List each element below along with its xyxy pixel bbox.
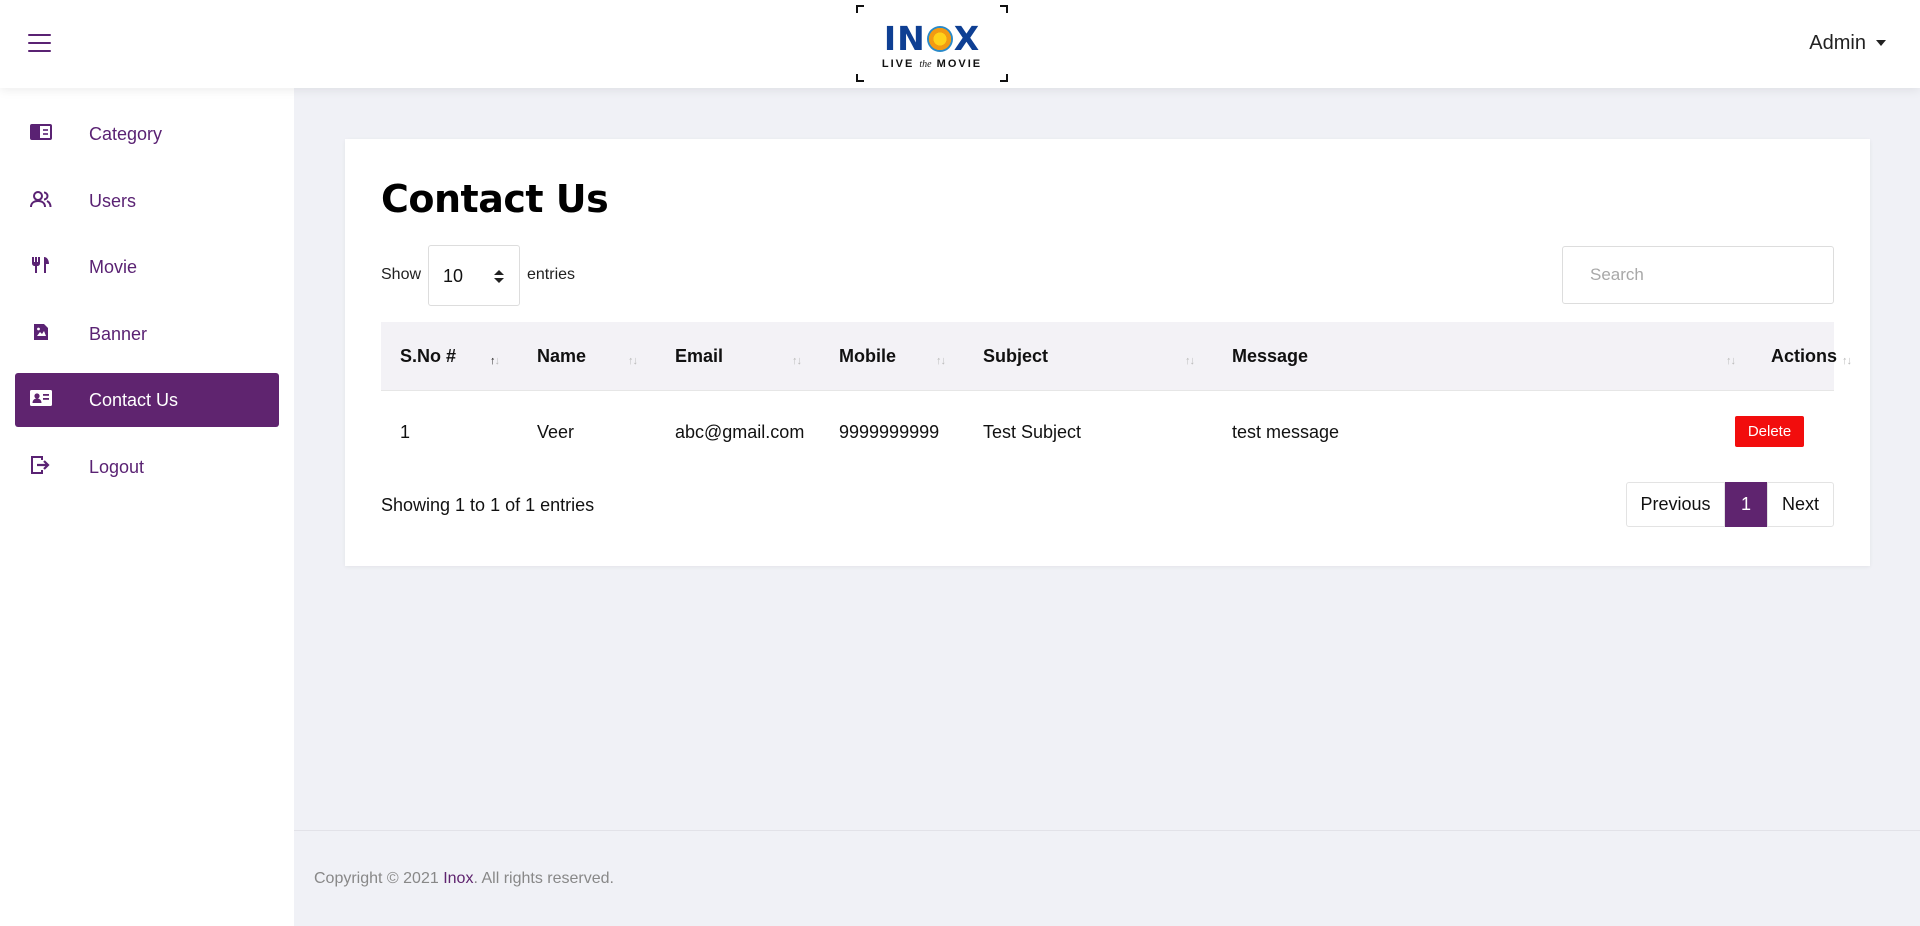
top-navbar: IN X LIVE the MOVIE Admin xyxy=(0,0,1920,88)
table-header: S.No # ↑↓ Name ↑↓ Email ↑↓ Mobile ↑↓ Sub… xyxy=(381,322,1852,390)
previous-page-button[interactable]: Previous xyxy=(1626,482,1725,527)
next-page-button[interactable]: Next xyxy=(1767,482,1834,527)
admin-user-menu[interactable]: Admin xyxy=(1809,32,1886,55)
sort-icon[interactable]: ↑↓ xyxy=(1185,355,1195,367)
page-1-button[interactable]: 1 xyxy=(1725,482,1767,527)
footer-divider xyxy=(294,830,1920,831)
menu-toggle-icon[interactable] xyxy=(28,34,52,54)
page-title: Contact Us xyxy=(381,177,609,221)
admin-label: Admin xyxy=(1809,32,1866,54)
column-header-mobile[interactable]: Mobile xyxy=(839,346,896,367)
sort-icon[interactable]: ↑↓ xyxy=(936,355,946,367)
sidebar-item-category[interactable]: Category xyxy=(15,107,279,161)
cell-name: Veer xyxy=(537,422,575,442)
rights-text: . All rights reserved. xyxy=(473,870,614,887)
logo-tagline: LIVE the MOVIE xyxy=(881,58,983,70)
sidebar-item-label: Banner xyxy=(89,323,148,344)
show-label: Show xyxy=(381,266,422,283)
cell-subject: Test Subject xyxy=(983,422,1082,442)
sidebar-item-contact-us[interactable]: Contact Us xyxy=(15,373,279,427)
logo-wordmark: IN X xyxy=(883,19,981,58)
cell-message: test message xyxy=(1232,422,1340,442)
sort-icon[interactable]: ↑↓ xyxy=(1726,355,1736,367)
inox-logo[interactable]: IN X LIVE the MOVIE xyxy=(856,5,1008,82)
sidebar: Category Users Movie Banner Contact Us L… xyxy=(0,88,294,926)
logout-icon xyxy=(30,456,56,478)
caret-down-icon xyxy=(1876,40,1886,46)
copyright-text: Copyright © 2021 xyxy=(314,870,444,887)
sidebar-item-label: Logout xyxy=(89,456,145,477)
column-header-email[interactable]: Email xyxy=(675,346,723,367)
movie-icon xyxy=(30,256,56,278)
sidebar-item-label: Users xyxy=(89,190,137,211)
column-header-subject[interactable]: Subject xyxy=(983,346,1048,367)
table-row-divider xyxy=(381,390,1834,391)
column-header-name[interactable]: Name xyxy=(537,346,586,367)
footer-brand-link[interactable]: Inox xyxy=(443,870,473,887)
category-icon xyxy=(30,123,56,145)
pagination: Previous 1 Next xyxy=(1626,482,1834,527)
cell-email: abc@gmail.com xyxy=(675,422,805,442)
footer: Copyright © 2021 Inox. All rights reserv… xyxy=(314,870,614,888)
column-header-message[interactable]: Message xyxy=(1232,346,1308,367)
cell-sno: 1 xyxy=(400,422,411,442)
column-header-sno[interactable]: S.No # xyxy=(400,346,456,367)
table-info: Showing 1 to 1 of 1 entries xyxy=(381,495,595,515)
entries-label: entries xyxy=(527,266,576,283)
select-arrows-icon xyxy=(494,270,504,283)
sidebar-item-label: Movie xyxy=(89,256,138,277)
entries-per-page-select[interactable]: 10 xyxy=(428,245,520,306)
sidebar-item-label: Category xyxy=(89,123,163,144)
contact-us-card: Contact Us Show 10 entries S.No # ↑↓ Nam… xyxy=(345,139,1870,566)
entries-per-page-value: 10 xyxy=(443,266,464,286)
sort-icon[interactable]: ↑↓ xyxy=(1842,355,1852,367)
cell-mobile: 9999999999 xyxy=(839,422,940,442)
contact-card-icon xyxy=(30,389,56,411)
sort-icon[interactable]: ↑↓ xyxy=(792,355,802,367)
users-icon xyxy=(30,190,56,212)
column-header-actions[interactable]: Actions xyxy=(1771,346,1837,367)
sort-ascending-icon[interactable]: ↑↓ xyxy=(490,355,500,367)
sidebar-item-users[interactable]: Users xyxy=(15,174,279,228)
delete-button[interactable]: Delete xyxy=(1735,416,1804,447)
sort-icon[interactable]: ↑↓ xyxy=(628,355,638,367)
sidebar-item-movie[interactable]: Movie xyxy=(15,240,279,294)
sidebar-item-logout[interactable]: Logout xyxy=(15,440,279,494)
sidebar-item-label: Contact Us xyxy=(89,389,179,410)
banner-icon xyxy=(30,323,56,345)
sidebar-item-banner[interactable]: Banner xyxy=(15,307,279,361)
search-input[interactable] xyxy=(1562,246,1834,304)
